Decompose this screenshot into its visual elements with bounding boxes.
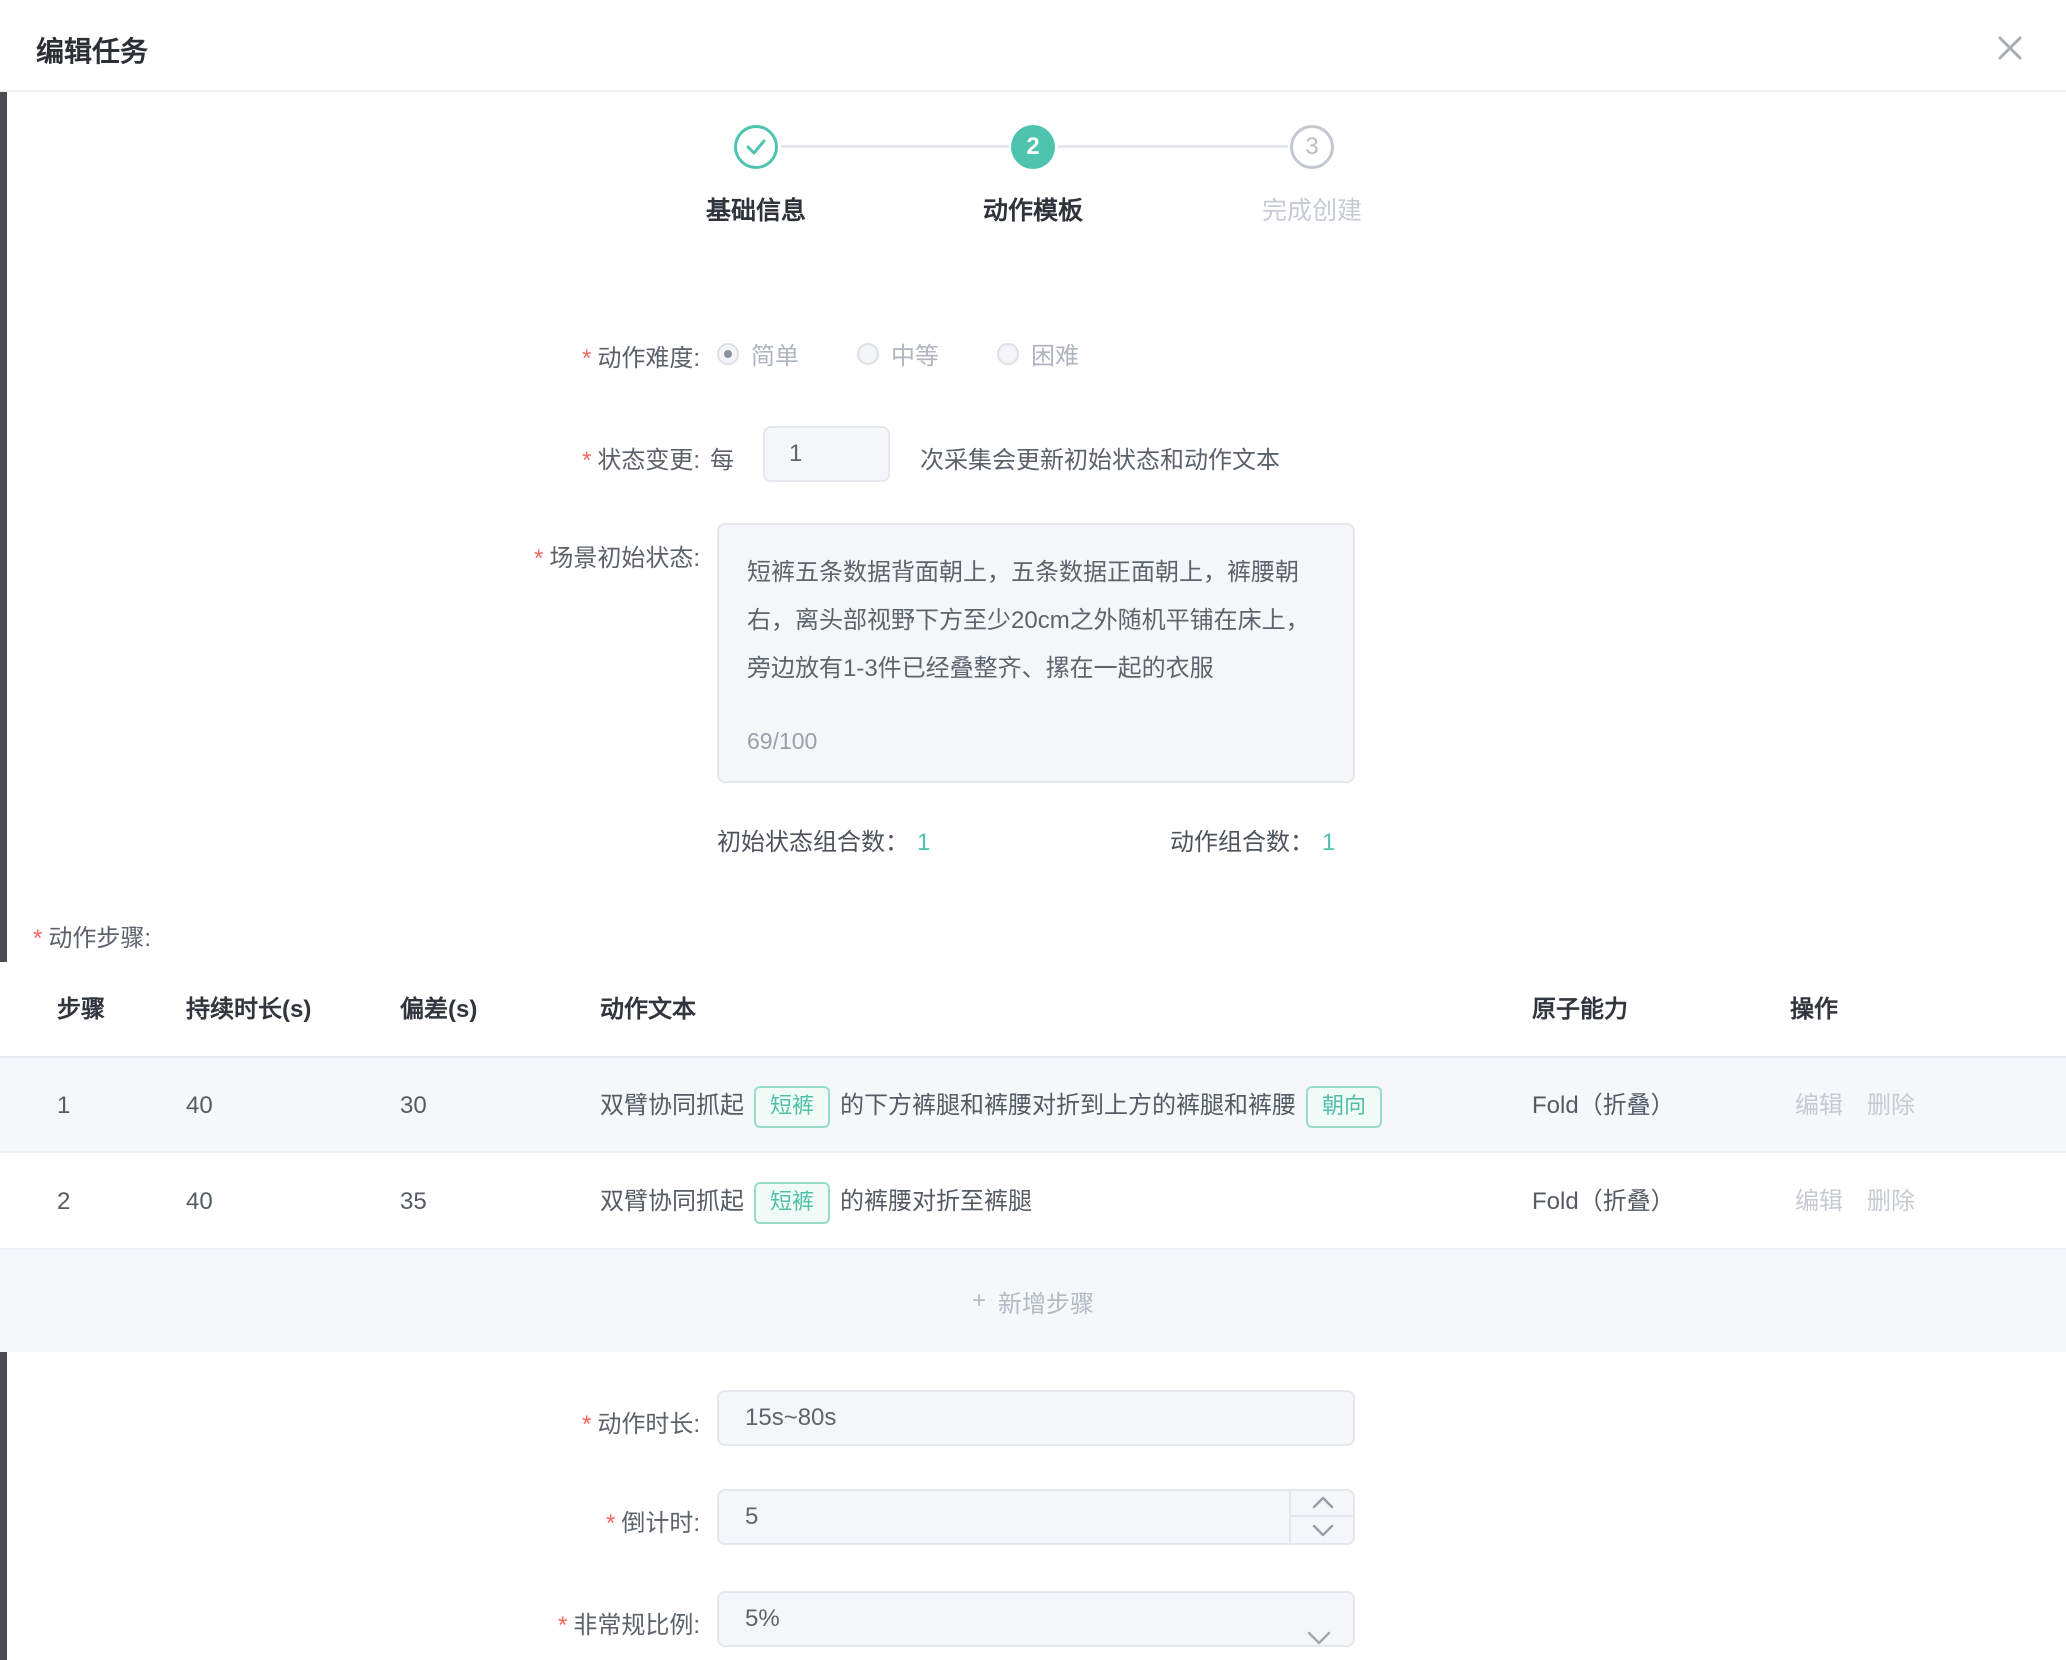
state-change-label: *状态变更: [280,440,700,475]
step-1-label: 基础信息 [656,191,856,227]
plus-icon: + [972,1287,986,1315]
object-tag: 短裤 [754,1086,830,1128]
step-connector-2 [1058,145,1288,148]
add-step-band: + 新增步骤 [0,1250,2066,1352]
number-stepper [1289,1489,1355,1545]
countdown-value: 5 [745,1503,758,1530]
action-text-segment: 的裤腰对折至裤腿 [840,1188,1032,1215]
cell-duration: 40 [186,1058,213,1153]
unusual-ratio-value: 5% [745,1605,780,1632]
scene-state-label: *场景初始状态: [280,538,700,573]
chevron-down-icon [1307,1613,1331,1629]
radio-label: 中等 [891,336,939,371]
cell-deviation: 35 [400,1153,427,1250]
cell-deviation: 30 [400,1058,427,1153]
cell-ability: Fold（折叠） [1532,1153,1675,1250]
decrement-button[interactable] [1291,1517,1355,1545]
char-counter: 69/100 [747,717,817,765]
required-asterisk: * [582,1411,591,1438]
required-asterisk: * [534,545,543,572]
edit-link[interactable]: 编辑 [1795,1058,1843,1153]
required-asterisk: * [582,447,591,474]
required-asterisk: * [558,1612,567,1639]
action-text-segment: 的下方裤腿和裤腰对折到上方的裤腿和裤腰 [840,1092,1296,1119]
countdown-label: *倒计时: [280,1503,700,1538]
radio-label: 困难 [1031,336,1079,371]
combo-counts-row: 初始状态组合数：1 动作组合数：1 [0,822,2066,858]
cell-ability: Fold（折叠） [1532,1058,1675,1153]
radio-icon [857,343,879,365]
cell-action-text: 双臂协同抓起短裤的裤腰对折至裤腿 [600,1153,1032,1250]
table-row: 2 40 35 双臂协同抓起短裤的裤腰对折至裤腿 Fold（折叠） 编辑 删除 [0,1153,2066,1250]
wizard-stepper: 2 3 基础信息 动作模板 完成创建 [0,0,2066,230]
step-3-number: 3 [1305,133,1318,161]
difficulty-label: *动作难度: [280,338,700,373]
delete-link[interactable]: 删除 [1867,1058,1915,1153]
add-step-label: 新增步骤 [998,1284,1094,1319]
radio-label: 简单 [751,336,799,371]
step-3-label: 完成创建 [1212,191,1412,227]
action-duration-input[interactable]: 15s~80s [717,1390,1355,1446]
header-deviation: 偏差(s) [400,962,477,1058]
action-text-segment: 双臂协同抓起 [600,1092,744,1119]
edit-link[interactable]: 编辑 [1795,1153,1843,1250]
cell-operations: 编辑 删除 [1795,1058,1915,1153]
radio-option-hard[interactable]: 困难 [997,336,1079,371]
scene-state-text: 短裤五条数据背面朝上，五条数据正面朝上，裤腰朝右，离头部视野下方至少20cm之外… [747,559,1310,682]
step-2-label: 动作模板 [933,191,1133,227]
radio-option-easy[interactable]: 简单 [717,336,799,371]
required-asterisk: * [606,1510,615,1537]
state-change-input[interactable]: 1 [763,426,890,482]
radio-icon [997,343,1019,365]
header-action-text: 动作文本 [600,962,696,1058]
step-connector-1 [781,145,1009,148]
radio-selected-icon [717,343,739,365]
header-operations: 操作 [1790,962,1838,1058]
action-combo-value: 1 [1322,829,1335,856]
cell-operations: 编辑 删除 [1795,1153,1915,1250]
check-icon [743,134,769,160]
header-ability: 原子能力 [1532,962,1628,1058]
unusual-ratio-label: *非常规比例: [280,1605,700,1640]
step-2-circle[interactable]: 2 [1011,125,1055,169]
state-change-prefix: 每 [710,440,734,475]
edit-task-dialog: 编辑任务 2 3 基础信息 动作模板 完成创建 *动作难度: [0,0,2066,1660]
unusual-ratio-select[interactable]: 5% [717,1591,1355,1647]
orientation-tag: 朝向 [1306,1086,1382,1128]
required-asterisk: * [582,345,591,372]
increment-button[interactable] [1291,1489,1355,1517]
chevron-down-icon [1312,1524,1334,1538]
delete-link[interactable]: 删除 [1867,1153,1915,1250]
step-2-number: 2 [1026,133,1039,161]
initial-combo-count: 初始状态组合数：1 [717,822,930,857]
add-step-button[interactable]: + 新增步骤 [0,1250,2066,1352]
radio-option-medium[interactable]: 中等 [857,336,939,371]
action-steps-label: *动作步骤: [33,918,151,953]
chevron-up-icon [1312,1495,1334,1509]
difficulty-radio-group: 简单 中等 困难 [717,336,1079,371]
object-tag: 短裤 [754,1182,830,1224]
header-duration: 持续时长(s) [186,962,311,1058]
cell-action-text: 双臂协同抓起短裤的下方裤腿和裤腰对折到上方的裤腿和裤腰朝向 [600,1058,1392,1153]
step-1-circle[interactable] [734,125,778,169]
step-3-circle[interactable]: 3 [1290,125,1334,169]
action-duration-label: *动作时长: [280,1404,700,1439]
scene-state-textarea[interactable]: 短裤五条数据背面朝上，五条数据正面朝上，裤腰朝右，离头部视野下方至少20cm之外… [717,523,1355,783]
action-combo-count: 动作组合数：1 [1170,822,1335,857]
initial-combo-value: 1 [917,829,930,856]
header-step: 步骤 [57,962,105,1058]
cell-step: 2 [57,1153,70,1250]
cell-duration: 40 [186,1153,213,1250]
steps-table-header: 步骤 持续时长(s) 偏差(s) 动作文本 原子能力 操作 [0,962,2066,1058]
cell-step: 1 [57,1058,70,1153]
countdown-input[interactable]: 5 [717,1489,1355,1545]
required-asterisk: * [33,925,42,952]
action-text-segment: 双臂协同抓起 [600,1188,744,1215]
table-row: 1 40 30 双臂协同抓起短裤的下方裤腿和裤腰对折到上方的裤腿和裤腰朝向 Fo… [0,1058,2066,1153]
state-change-suffix: 次采集会更新初始状态和动作文本 [920,440,1280,475]
